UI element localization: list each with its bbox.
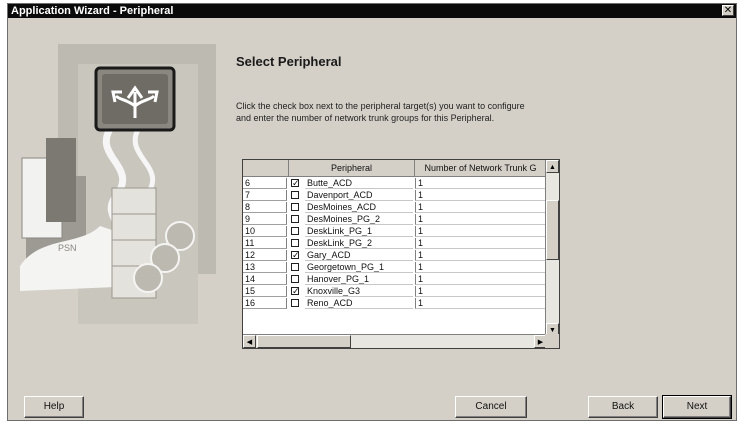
peripheral-checkbox[interactable] xyxy=(291,203,299,211)
row-number[interactable]: 13 xyxy=(243,262,287,273)
peripheral-name: Butte_ACD xyxy=(305,178,413,189)
peripheral-name: Davenport_ACD xyxy=(305,190,413,201)
table-row[interactable]: 13 Georgetown_PG_1 1 xyxy=(243,262,545,273)
horizontal-scrollbar[interactable]: ◀ ▶ xyxy=(243,334,547,348)
peripheral-checkbox[interactable] xyxy=(291,191,299,199)
peripheral-checkbox[interactable] xyxy=(291,263,299,271)
peripheral-checkbox[interactable] xyxy=(291,275,299,283)
trunk-group-count[interactable]: 1 xyxy=(415,190,545,201)
cancel-button[interactable]: Cancel xyxy=(455,396,527,418)
title-bar: Application Wizard - Peripheral ✕ xyxy=(8,4,736,18)
peripheral-name: Hanover_PG_1 xyxy=(305,274,413,285)
table-row[interactable]: 7 Davenport_ACD 1 xyxy=(243,190,545,201)
table-row[interactable]: 11 DeskLink_PG_2 1 xyxy=(243,238,545,249)
close-button[interactable]: ✕ xyxy=(722,5,734,16)
instructions-line-2: and enter the number of network trunk gr… xyxy=(236,113,495,123)
peripheral-checkbox[interactable] xyxy=(291,215,299,223)
row-number[interactable]: 7 xyxy=(243,190,287,201)
table-row[interactable]: 15 ✓ Knoxville_G3 1 xyxy=(243,286,545,297)
row-number[interactable]: 8 xyxy=(243,202,287,213)
trunk-group-count[interactable]: 1 xyxy=(415,202,545,213)
wizard-illustration: PSN xyxy=(20,44,216,324)
row-number[interactable]: 16 xyxy=(243,298,287,309)
peripheral-name: Knoxville_G3 xyxy=(305,286,413,297)
scrollbar-corner xyxy=(545,334,559,348)
peripheral-checkbox[interactable]: ✓ xyxy=(291,251,300,260)
row-number[interactable]: 14 xyxy=(243,274,287,285)
vertical-scroll-thumb[interactable] xyxy=(546,200,559,260)
trunk-group-count[interactable]: 1 xyxy=(415,298,545,309)
peripheral-grid[interactable]: Peripheral Number of Network Trunk G 6 ✓ B… xyxy=(242,159,560,349)
table-row[interactable]: 14 Hanover_PG_1 1 xyxy=(243,274,545,285)
table-row[interactable]: 12 ✓ Gary_ACD 1 xyxy=(243,250,545,261)
row-number[interactable]: 9 xyxy=(243,214,287,225)
peripheral-name: DeskLink_PG_2 xyxy=(305,238,413,249)
instructions-line-1: Click the check box next to the peripher… xyxy=(236,101,525,111)
trunk-group-count[interactable]: 1 xyxy=(415,286,545,297)
horizontal-scroll-thumb[interactable] xyxy=(257,335,351,348)
next-button[interactable]: Next xyxy=(662,395,732,419)
table-row[interactable]: 6 ✓ Butte_ACD 1 xyxy=(243,178,545,189)
page-title: Select Peripheral xyxy=(236,54,342,69)
peripheral-checkbox[interactable] xyxy=(291,299,299,307)
scroll-up-arrow-icon[interactable]: ▲ xyxy=(546,160,559,173)
row-number[interactable]: 6 xyxy=(243,178,287,189)
table-row[interactable]: 16 Reno_ACD 1 xyxy=(243,298,545,309)
column-header-peripheral[interactable]: Peripheral xyxy=(289,160,415,177)
trunk-group-count[interactable]: 1 xyxy=(415,250,545,261)
row-number[interactable]: 12 xyxy=(243,250,287,261)
peripheral-name: Reno_ACD xyxy=(305,298,413,309)
peripheral-checkbox[interactable] xyxy=(291,227,299,235)
peripheral-name: DesMoines_PG_2 xyxy=(305,214,413,225)
instructions: Click the check box next to the peripher… xyxy=(236,100,656,124)
trunk-group-count[interactable]: 1 xyxy=(415,262,545,273)
table-row[interactable]: 9 DesMoines_PG_2 1 xyxy=(243,214,545,225)
window-title: Application Wizard - Peripheral xyxy=(11,5,174,17)
table-row[interactable]: 10 DeskLink_PG_1 1 xyxy=(243,226,545,237)
row-number[interactable]: 15 xyxy=(243,286,287,297)
peripheral-name: DesMoines_ACD xyxy=(305,202,413,213)
back-button[interactable]: Back xyxy=(588,396,658,418)
table-row[interactable]: 8 DesMoines_ACD 1 xyxy=(243,202,545,213)
row-number[interactable]: 10 xyxy=(243,226,287,237)
trunk-group-count[interactable]: 1 xyxy=(415,226,545,237)
trunk-group-count[interactable]: 1 xyxy=(415,178,545,189)
trunk-group-count[interactable]: 1 xyxy=(415,274,545,285)
help-button[interactable]: Help xyxy=(24,396,84,418)
psn-label: PSN xyxy=(58,243,77,253)
trunk-group-count[interactable]: 1 xyxy=(415,214,545,225)
grid-header: Peripheral Number of Network Trunk G xyxy=(243,160,559,177)
scroll-left-arrow-icon[interactable]: ◀ xyxy=(243,335,256,348)
trunk-group-count[interactable]: 1 xyxy=(415,238,545,249)
row-header-corner xyxy=(243,160,289,177)
peripheral-checkbox[interactable]: ✓ xyxy=(291,179,300,188)
peripheral-name: Georgetown_PG_1 xyxy=(305,262,413,273)
row-number[interactable]: 11 xyxy=(243,238,287,249)
column-header-trunk-groups[interactable]: Number of Network Trunk G xyxy=(415,160,547,177)
peripheral-name: Gary_ACD xyxy=(305,250,413,261)
wizard-window: Application Wizard - Peripheral ✕ PSN Se… xyxy=(7,3,737,421)
vertical-scrollbar[interactable]: ▲ ▼ xyxy=(545,160,559,336)
peripheral-checkbox[interactable] xyxy=(291,239,299,247)
peripheral-name: DeskLink_PG_1 xyxy=(305,226,413,237)
peripheral-checkbox[interactable]: ✓ xyxy=(291,287,300,296)
